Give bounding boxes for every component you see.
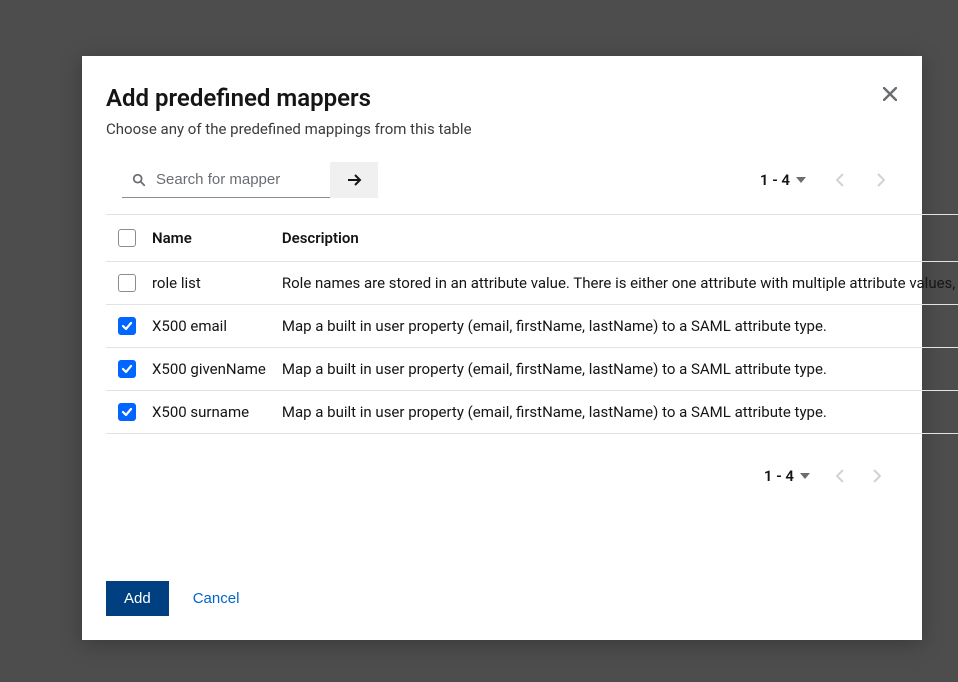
page-next-button[interactable]	[858, 458, 894, 494]
row-checkbox[interactable]	[118, 274, 136, 292]
modal-title: Add predefined mappers	[106, 84, 894, 112]
row-description: Map a built in user property (email, fir…	[274, 348, 958, 390]
modal-subtitle: Choose any of the predefined mappings fr…	[106, 120, 894, 138]
row-checkbox[interactable]	[118, 317, 136, 335]
row-checkbox[interactable]	[118, 403, 136, 421]
table-row: X500 givenNameMap a built in user proper…	[106, 348, 958, 391]
add-predefined-mappers-modal: Add predefined mappers Choose any of the…	[82, 56, 922, 640]
page-next-button[interactable]	[862, 162, 898, 198]
search-input[interactable]	[122, 162, 330, 197]
table-row: role listRole names are stored in an att…	[106, 262, 958, 305]
column-header-name: Name	[144, 215, 274, 261]
chevron-right-icon	[872, 469, 881, 483]
caret-down-icon	[800, 473, 810, 479]
modal-footer: Add Cancel	[106, 581, 243, 616]
row-description: Map a built in user property (email, fir…	[274, 305, 958, 347]
select-all-checkbox[interactable]	[118, 229, 136, 247]
search-icon	[132, 173, 146, 187]
chevron-right-icon	[876, 173, 885, 187]
row-description: Map a built in user property (email, fir…	[274, 391, 958, 433]
mappers-table: Name Description role listRole names are…	[106, 214, 958, 434]
search-submit-button[interactable]	[330, 162, 378, 198]
page-range-dropdown-bottom[interactable]: 1 - 4	[756, 461, 818, 491]
arrow-right-icon	[346, 172, 362, 188]
caret-down-icon	[796, 177, 806, 183]
pagination-top: 1 - 4	[752, 162, 898, 198]
row-description: Role names are stored in an attribute va…	[274, 262, 958, 304]
page-range-label: 1 - 4	[764, 467, 794, 485]
row-name: X500 email	[144, 305, 274, 347]
table-row: X500 emailMap a built in user property (…	[106, 305, 958, 348]
cancel-button[interactable]: Cancel	[189, 581, 244, 616]
chevron-left-icon	[836, 469, 845, 483]
row-name: role list	[144, 262, 274, 304]
close-button[interactable]	[876, 80, 904, 108]
row-name: X500 surname	[144, 391, 274, 433]
row-name: X500 givenName	[144, 348, 274, 390]
page-range-dropdown[interactable]: 1 - 4	[752, 165, 814, 195]
chevron-left-icon	[836, 173, 845, 187]
table-row: X500 surnameMap a built in user property…	[106, 391, 958, 434]
pagination-bottom: 1 - 4	[106, 434, 922, 494]
page-prev-button[interactable]	[822, 458, 858, 494]
add-button[interactable]: Add	[106, 581, 169, 616]
page-range-label: 1 - 4	[760, 171, 790, 189]
column-header-description: Description	[274, 215, 958, 261]
table-toolbar: 1 - 4	[106, 162, 922, 214]
row-checkbox[interactable]	[118, 360, 136, 378]
close-icon	[883, 87, 897, 101]
page-prev-button[interactable]	[822, 162, 858, 198]
